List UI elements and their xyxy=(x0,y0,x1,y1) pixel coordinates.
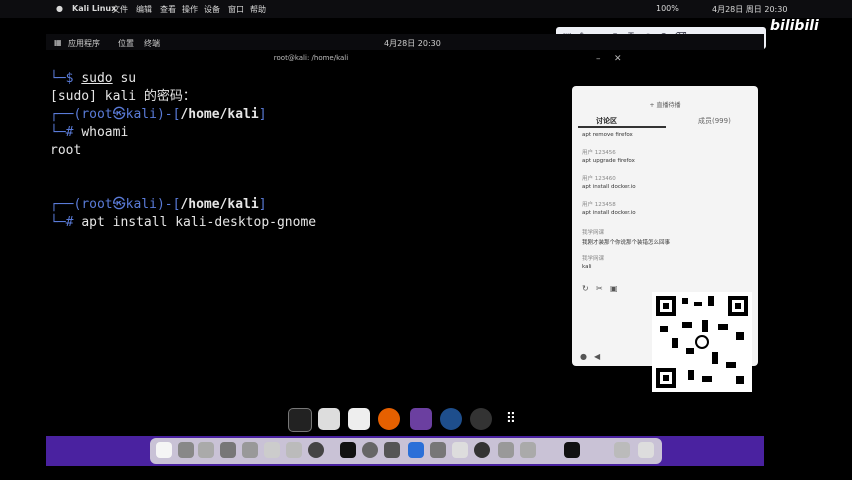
messages-icon[interactable] xyxy=(242,442,258,458)
chat-user: 用户 123456 xyxy=(582,150,616,156)
menubar-clock[interactable]: 4月28日 周日 20:30 xyxy=(712,4,787,15)
terminal-line: ┌──(root㉿kali)-[/home/kali] xyxy=(50,196,267,214)
fingerprint-icon[interactable] xyxy=(308,442,324,458)
speaker-icon[interactable]: ◀ xyxy=(594,352,600,361)
app-name[interactable]: Kali Linux xyxy=(72,4,116,13)
qr-code xyxy=(652,292,752,392)
settings-icon[interactable] xyxy=(198,442,214,458)
battery-label: 100% xyxy=(656,4,679,13)
tab-members[interactable]: 成员(999) xyxy=(698,116,731,126)
terminal-line: [sudo] kali 的密码： xyxy=(50,89,196,104)
minimize-icon[interactable]: – xyxy=(596,54,601,64)
prompt-tail: └─# xyxy=(50,125,82,140)
kali-menu-icon[interactable]: ▦ xyxy=(54,38,62,47)
app-dock-icon[interactable] xyxy=(520,442,536,458)
command-arg: su xyxy=(112,71,137,86)
menu-edit[interactable]: 编辑 xyxy=(136,4,152,15)
chrome-icon[interactable] xyxy=(362,442,378,458)
chat-header[interactable]: + 直播待播 xyxy=(572,100,758,109)
mic-icon[interactable]: ● xyxy=(580,352,587,361)
chat-message: apt install docker.io xyxy=(582,184,636,190)
finder-icon[interactable] xyxy=(156,442,172,458)
kali-clock[interactable]: 4月28日 20:30 xyxy=(384,38,441,49)
kali-top-panel: ▦ 应用程序 位置 终端 4月28日 20:30 xyxy=(46,34,764,50)
launchpad-icon[interactable] xyxy=(178,442,194,458)
terminal-line: root xyxy=(50,143,82,158)
chat-message: apt remove firefox xyxy=(582,132,633,138)
bilibili-logo: bilibili xyxy=(770,18,819,34)
cherrytree-icon[interactable] xyxy=(470,408,492,430)
kali-dock-icon[interactable] xyxy=(384,442,400,458)
prompt-bracket: )-[ xyxy=(156,197,181,212)
menu-view[interactable]: 查看 xyxy=(160,4,176,15)
apple-icon[interactable]: ● xyxy=(56,4,63,13)
prompt-tail: └─$ xyxy=(50,71,82,86)
trash-icon[interactable] xyxy=(638,442,654,458)
metasploit-icon[interactable] xyxy=(410,408,432,430)
command-text: whoami xyxy=(81,125,129,140)
prompt-bracket: ] xyxy=(258,107,267,122)
prompt-bracket: ┌──( xyxy=(50,197,82,212)
appstore-icon[interactable] xyxy=(286,442,302,458)
terminal-dock-icon-2[interactable] xyxy=(564,442,580,458)
tab-discussion[interactable]: 讨论区 xyxy=(596,116,617,126)
command-text: sudo xyxy=(81,71,113,86)
chat-message: apt upgrade firefox xyxy=(582,158,635,164)
vscode-icon[interactable] xyxy=(408,442,424,458)
menu-action[interactable]: 操作 xyxy=(182,4,198,15)
image-icon[interactable]: ▣ xyxy=(610,284,618,293)
prompt-user: root㉿kali xyxy=(81,197,157,212)
command-text: apt install kali-desktop-gnome xyxy=(81,215,317,230)
scissors-icon[interactable]: ✂ xyxy=(596,284,603,293)
applications-menu[interactable]: 应用程序 xyxy=(68,38,100,49)
terminal-title: root@kali: /home/kali xyxy=(273,54,349,62)
app-dock-icon[interactable] xyxy=(430,442,446,458)
prompt-bracket: )-[ xyxy=(156,107,181,122)
menu-window[interactable]: 窗口 xyxy=(228,4,244,15)
places-menu[interactable]: 位置 xyxy=(118,38,134,49)
files-app-icon[interactable] xyxy=(318,408,340,430)
prompt-bracket: ┌──( xyxy=(50,107,82,122)
prompt-bracket: ] xyxy=(258,197,267,212)
chat-user: 我学网课 xyxy=(582,256,605,262)
docker-icon[interactable] xyxy=(498,442,514,458)
chat-user: 用户 123460 xyxy=(582,176,616,182)
chat-user: 我学网课 xyxy=(582,230,605,236)
app-grid-icon[interactable]: ⠿ xyxy=(500,408,522,430)
terminal-line: └─# apt install kali-desktop-gnome xyxy=(50,214,316,232)
mac-menubar: ● Kali Linux 文件 编辑 查看 操作 设备 窗口 帮助 100% 4… xyxy=(0,0,852,18)
refresh-icon[interactable]: ↻ xyxy=(582,284,589,293)
terminal-app-icon[interactable] xyxy=(288,408,312,432)
terminal-line: └─$ sudo su xyxy=(50,70,136,88)
obs-icon[interactable] xyxy=(474,442,490,458)
chat-message: apt install docker.io xyxy=(582,210,636,216)
terminal-line: ┌──(root㉿kali)-[/home/kali] xyxy=(50,106,267,124)
terminal-line: └─# whoami xyxy=(50,124,128,142)
notes-icon[interactable] xyxy=(264,442,280,458)
firefox-icon[interactable] xyxy=(378,408,400,430)
chat-message: 我刚才装那个你说那个装错怎么回事 xyxy=(582,240,671,246)
menu-file[interactable]: 文件 xyxy=(112,4,128,15)
wireshark-icon[interactable] xyxy=(440,408,462,430)
terminal-output[interactable]: └─$ sudo su [sudo] kali 的密码： ┌──(root㉿ka… xyxy=(46,70,566,260)
prompt-user: root㉿kali xyxy=(81,107,157,122)
chat-message: kali xyxy=(582,264,592,270)
menu-help[interactable]: 帮助 xyxy=(250,4,266,15)
text-editor-icon[interactable] xyxy=(348,408,370,430)
downloads-icon[interactable] xyxy=(614,442,630,458)
close-icon[interactable]: ✕ xyxy=(614,54,622,64)
safari-icon[interactable] xyxy=(220,442,236,458)
prompt-dir: /home/kali xyxy=(180,107,259,122)
app-dock-icon[interactable] xyxy=(452,442,468,458)
terminal-taskbar-item[interactable]: 终端 xyxy=(144,38,160,49)
prompt-dir: /home/kali xyxy=(180,197,259,212)
chat-user: 用户 123458 xyxy=(582,202,616,208)
prompt-tail: └─# xyxy=(50,215,82,230)
tab-indicator xyxy=(578,126,666,128)
terminal-dock-icon[interactable] xyxy=(340,442,356,458)
menu-device[interactable]: 设备 xyxy=(204,4,220,15)
